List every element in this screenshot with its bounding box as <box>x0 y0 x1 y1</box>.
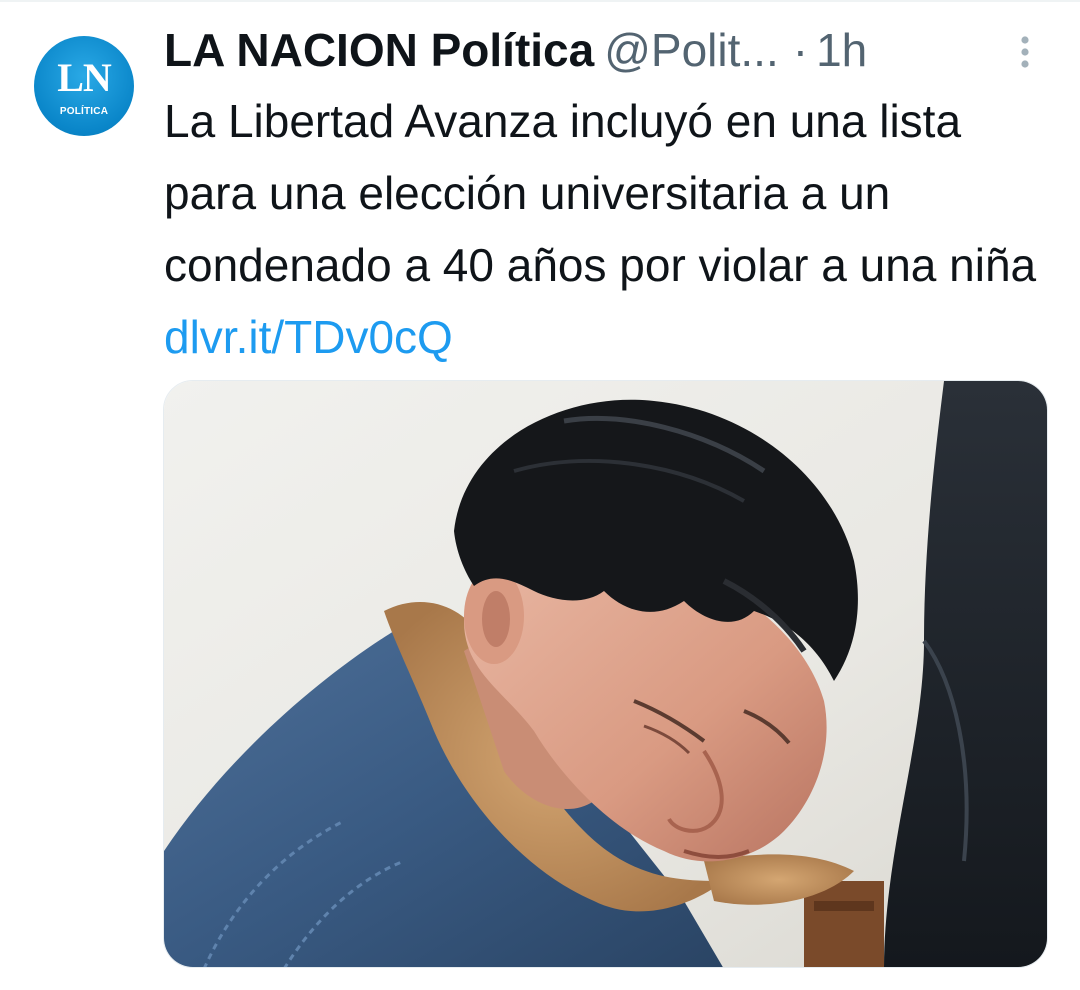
avatar-logo-subtext: POLÍTICA <box>59 106 109 117</box>
avatar[interactable]: LN POLÍTICA <box>34 36 134 136</box>
tweet-text: La Libertad Avanza incluyó en una lista … <box>164 85 1054 373</box>
author-handle[interactable]: @Polit... <box>604 24 779 76</box>
more-options-icon[interactable] <box>1012 32 1038 76</box>
author-display-name[interactable]: LA NACION Política <box>164 24 594 76</box>
photo-illustration <box>164 381 1047 967</box>
tweet[interactable]: LN POLÍTICA LA NACION Política @Polit... ·… <box>0 0 1080 990</box>
separator-dot: · <box>792 24 809 76</box>
tweet-header: LA NACION Política @Polit... · 1h <box>164 18 1034 82</box>
tweet-body: La Libertad Avanza incluyó en una lista … <box>164 95 1037 291</box>
tweet-timestamp[interactable]: 1h <box>816 24 867 76</box>
tweet-photo[interactable] <box>163 380 1048 968</box>
tweet-link[interactable]: dlvr.it/TDv0cQ <box>164 311 453 363</box>
avatar-logo-text: LN <box>57 55 112 100</box>
